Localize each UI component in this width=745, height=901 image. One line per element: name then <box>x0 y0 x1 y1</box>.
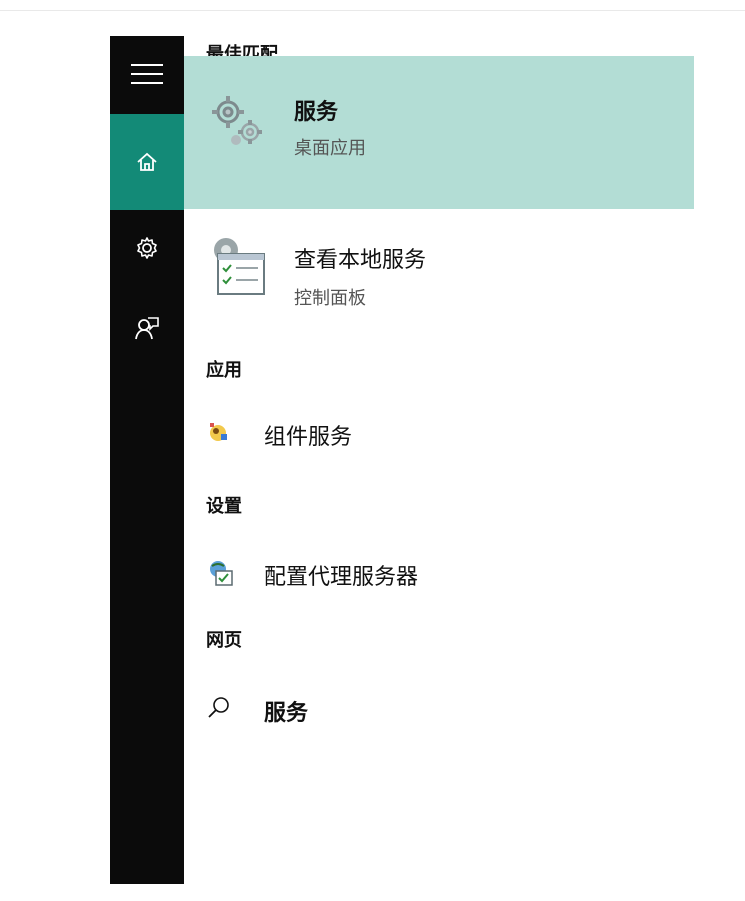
home-icon <box>137 152 157 171</box>
proxy-settings-icon <box>206 559 234 591</box>
settings-button[interactable] <box>110 220 184 276</box>
menu-button[interactable] <box>110 46 184 102</box>
feedback-icon <box>135 317 159 340</box>
component-services-label: 组件服务 <box>264 425 353 450</box>
web-search-result[interactable]: 服务 <box>184 686 694 730</box>
top-divider <box>0 10 745 11</box>
start-rail <box>110 36 184 884</box>
feedback-button[interactable] <box>110 300 184 356</box>
hamburger-icon <box>131 64 163 84</box>
component-services-icon <box>206 419 232 449</box>
proxy-settings-label: 配置代理服务器 <box>264 565 419 590</box>
section-header-settings: 设置 <box>206 496 242 517</box>
web-search-label: 服务 <box>264 701 309 726</box>
control-panel-title: 查看本地服务 <box>294 248 427 273</box>
search-results-panel: 最佳匹配 服务 桌面应用 查看本地服务 控制面板 应用 组件服务 设置 配置代理… <box>184 36 694 884</box>
search-icon <box>206 695 232 725</box>
best-match-subtitle: 桌面应用 <box>294 138 366 159</box>
control-panel-subtitle: 控制面板 <box>294 288 366 309</box>
gear-icon <box>137 237 157 259</box>
component-services-result[interactable]: 组件服务 <box>184 410 694 454</box>
best-match-title: 服务 <box>294 100 339 125</box>
best-match-result[interactable]: 服务 桌面应用 <box>184 56 694 209</box>
section-header-apps: 应用 <box>206 360 242 381</box>
home-button[interactable] <box>110 114 184 210</box>
proxy-settings-result[interactable]: 配置代理服务器 <box>184 550 694 594</box>
control-panel-result[interactable]: 查看本地服务 控制面板 <box>184 232 694 316</box>
section-header-web: 网页 <box>206 630 242 651</box>
services-gear-icon <box>206 90 268 156</box>
control-panel-services-icon <box>206 232 268 302</box>
